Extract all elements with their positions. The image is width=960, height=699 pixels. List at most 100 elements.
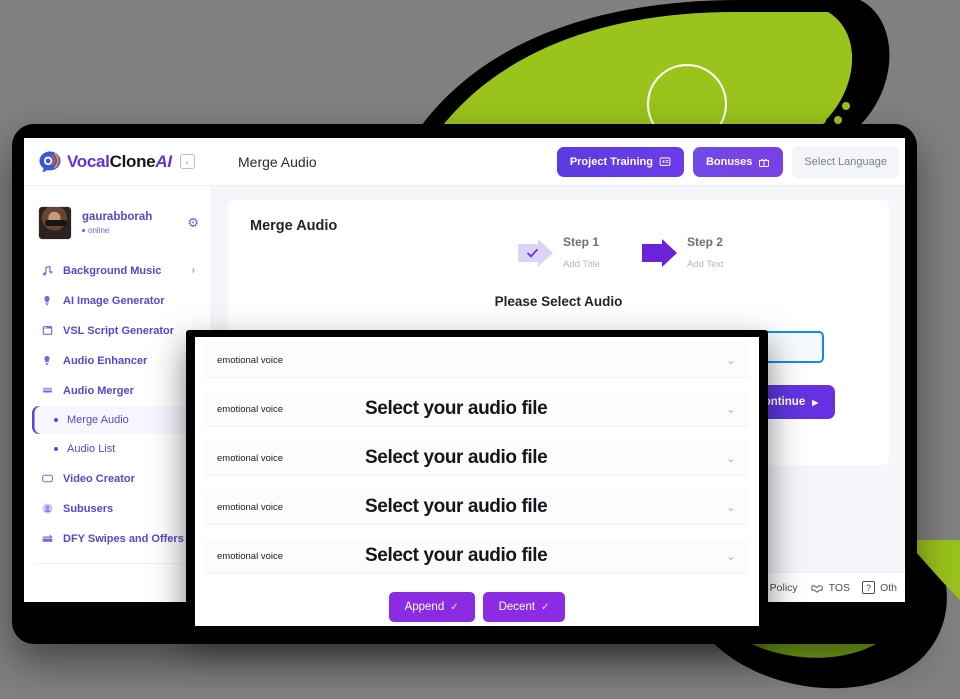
image-ai-icon: [40, 294, 54, 307]
step-1-name: Step 1: [563, 235, 600, 249]
avatar: [38, 206, 72, 240]
sidebar-divider: [34, 563, 201, 564]
header-actions: Project Training Bonuses Select Language: [556, 145, 905, 178]
append-label: Append: [404, 601, 445, 613]
decent-button[interactable]: Decent ✓: [482, 592, 566, 622]
audio-dropdown-row[interactable]: emotional voice ⌄: [205, 343, 749, 378]
screenshot-root: VocalCloneAI ‹ Merge Audio Project Train…: [0, 0, 960, 699]
sidebar-item-label: Background Music: [63, 264, 162, 277]
user-circle-icon: [40, 502, 54, 515]
footer-link-tos[interactable]: TOS: [810, 582, 850, 594]
music-note-icon: [40, 264, 54, 277]
merge-icon: [40, 384, 54, 397]
voice-label: emotional voice: [217, 403, 284, 415]
profile-meta: gaurabborah online: [82, 210, 152, 235]
sidebar-item-merge-audio[interactable]: Merge Audio: [32, 406, 203, 434]
chevron-down-icon[interactable]: ⌄: [726, 451, 749, 465]
project-training-button[interactable]: Project Training: [556, 146, 684, 177]
question-icon: ?: [862, 581, 876, 594]
step-1: Step 1 Add Title: [518, 232, 600, 274]
decent-label: Decent: [498, 601, 536, 613]
footer-link-label: TOS: [828, 581, 851, 594]
chevron-down-icon[interactable]: ⌄: [726, 402, 749, 416]
step-indicator: Step 1 Add Title Step 2 Add Text: [518, 232, 724, 274]
sidebar-item-label: Audio List: [67, 443, 116, 455]
audio-file-label: Select your audio file: [365, 398, 548, 419]
brand-part-1: Vocal: [67, 151, 110, 171]
check-icon: ✓: [541, 601, 550, 613]
sidebar: gaurabborah online ⚙ Background Music ›: [24, 186, 212, 602]
footer-link-label: Oth: [880, 581, 897, 594]
bullet-icon: [54, 418, 58, 422]
sidebar-item-label: Subusers: [63, 502, 114, 515]
step-1-text: Step 1 Add Title: [563, 232, 600, 274]
gift-icon: [759, 158, 770, 167]
audio-dropdown-row[interactable]: emotional voice Select your audio file ⌄: [205, 539, 749, 574]
audio-file-label: Select your audio file: [365, 496, 548, 517]
sidebar-item-label: DFY Swipes and Offers: [63, 532, 184, 545]
sidebar-item-label: Audio Merger: [63, 384, 134, 397]
sidebar-item-label: Video Creator: [63, 472, 135, 485]
sidebar-item-background-music[interactable]: Background Music ›: [32, 256, 203, 285]
chevron-down-icon[interactable]: ⌄: [726, 500, 749, 514]
sidebar-item-audio-merger[interactable]: Audio Merger: [32, 376, 203, 405]
sidebar-item-label: Merge Audio: [67, 414, 129, 426]
check-icon: ✓: [450, 601, 459, 613]
sidebar-item-label: VSL Script Generator: [63, 324, 175, 337]
audio-file-label: Select your audio file: [365, 447, 548, 468]
app-header: VocalCloneAI ‹ Merge Audio Project Train…: [24, 138, 905, 186]
audio-dropdown-row[interactable]: emotional voice Select your audio file ⌄: [205, 441, 749, 476]
page-title: Merge Audio: [238, 153, 317, 170]
brand-part-3: AI: [155, 151, 172, 171]
audio-dropdown-row[interactable]: emotional voice Select your audio file ⌄: [205, 392, 749, 427]
chevron-down-icon[interactable]: ⌄: [726, 549, 749, 563]
gear-icon[interactable]: ⚙: [187, 215, 199, 231]
audio-selection-modal: emotional voice ⌄ emotional voice Select…: [195, 337, 759, 626]
sidebar-item-dfy-swipes-and-offers[interactable]: DFY Swipes and Offers: [32, 524, 203, 553]
modal-actions: Append ✓ Decent ✓: [195, 592, 759, 622]
brand-logo-area[interactable]: VocalCloneAI ‹: [24, 150, 212, 174]
bullet-icon: [54, 447, 58, 451]
step-2-arrow-icon: [641, 238, 678, 268]
audio-dropdown-row[interactable]: emotional voice Select your audio file ⌄: [205, 490, 749, 525]
sidebar-item-label: AI Image Generator: [63, 294, 165, 307]
voice-label: emotional voice: [217, 452, 284, 464]
vocalclone-logo-icon: [39, 151, 61, 172]
chevron-right-icon: ▸: [812, 397, 818, 409]
sidebar-nav: Background Music › AI Image Generator VS…: [24, 254, 211, 553]
voice-label: emotional voice: [217, 501, 284, 513]
profile-status: online: [82, 226, 152, 236]
chevron-down-icon[interactable]: ⌄: [726, 353, 749, 367]
profile-username: gaurabborah: [82, 211, 153, 224]
sidebar-item-ai-image-generator[interactable]: AI Image Generator: [32, 286, 203, 315]
step-1-arrow-icon: [518, 238, 554, 268]
step-1-sub: Add Title: [563, 258, 600, 270]
voice-label: emotional voice: [217, 354, 284, 366]
audio-dropdown-list: emotional voice ⌄ emotional voice Select…: [195, 337, 759, 574]
step-2-name: Step 2: [686, 235, 723, 249]
sidebar-item-vsl-script-generator[interactable]: VSL Script Generator: [32, 316, 203, 345]
script-icon: [40, 324, 54, 337]
sidebar-item-video-creator[interactable]: Video Creator ›: [32, 464, 203, 493]
append-button[interactable]: Append ✓: [388, 592, 475, 622]
chevron-left-icon[interactable]: ‹: [179, 154, 195, 169]
video-icon: [40, 472, 54, 485]
chevron-right-icon: ›: [191, 265, 195, 276]
select-language-dropdown[interactable]: Select Language: [792, 145, 899, 178]
project-training-label: Project Training: [569, 155, 653, 168]
sidebar-item-audio-enhancer[interactable]: Audio Enhancer ›: [32, 346, 203, 375]
gift-swipe-icon: [40, 532, 54, 545]
bonuses-label: Bonuses: [705, 155, 753, 168]
user-profile[interactable]: gaurabborah online ⚙: [24, 198, 211, 254]
brand-wordmark: VocalCloneAI: [67, 152, 172, 172]
audio-file-label: Select your audio file: [365, 545, 548, 566]
footer-link-other[interactable]: ? Oth: [862, 581, 897, 594]
microphone-icon: [40, 354, 54, 367]
sidebar-item-audio-list[interactable]: Audio List: [32, 435, 203, 463]
handshake-icon: [811, 584, 823, 593]
voice-label: emotional voice: [217, 550, 284, 562]
sidebar-item-subusers[interactable]: Subusers ›: [32, 494, 203, 523]
bonuses-button[interactable]: Bonuses: [692, 146, 784, 177]
brand-part-2: Clone: [109, 151, 156, 171]
sidebar-item-label: Audio Enhancer: [63, 354, 148, 367]
